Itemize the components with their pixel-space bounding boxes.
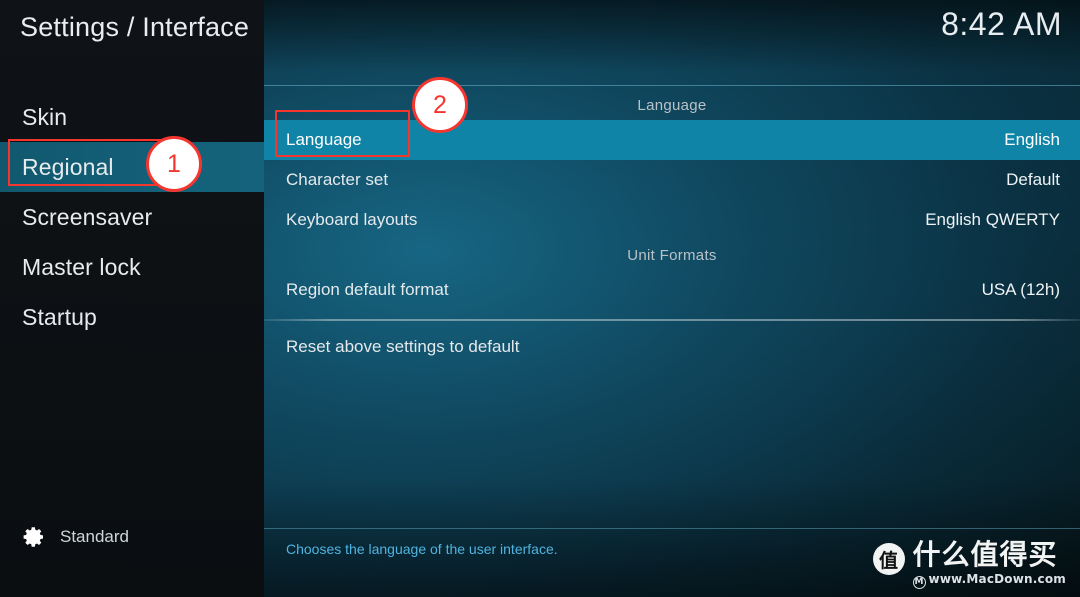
settings-row-value: USA (12h) — [981, 280, 1060, 299]
group-header-unit-formats: Unit Formats — [627, 246, 717, 264]
watermark-m-icon: M — [912, 576, 926, 589]
description-rule — [264, 528, 1080, 529]
sidebar: Settings / Interface Skin Regional Scree… — [0, 0, 264, 597]
settings-row-keyboard-layouts[interactable]: Keyboard layouts English QWERTY — [264, 200, 1080, 240]
kodi-settings-screen: 8:42 AM Settings / Interface Skin Region… — [0, 0, 1080, 597]
annotation-badge-1: 1 — [146, 136, 202, 192]
gear-icon — [22, 525, 46, 549]
sidebar-item-screensaver[interactable]: Screensaver — [0, 192, 264, 242]
settings-row-reset-defaults[interactable]: Reset above settings to default — [264, 327, 1080, 367]
sidebar-item-label: Skin — [22, 103, 68, 130]
sidebar-item-master-lock[interactable]: Master lock — [0, 242, 264, 292]
settings-row-value: English — [1004, 130, 1060, 149]
settings-divider — [264, 319, 1080, 321]
settings-top-rule — [264, 85, 1080, 86]
settings-row-label: Keyboard layouts — [286, 210, 418, 229]
settings-level-label: Standard — [60, 527, 129, 546]
clock: 8:42 AM — [941, 6, 1062, 42]
page-title: Settings / Interface — [20, 12, 250, 42]
settings-row-label: Character set — [286, 170, 389, 189]
sidebar-item-label: Regional — [22, 153, 114, 180]
watermark-site-name: 什么值得买 — [912, 538, 1058, 571]
settings-row-language[interactable]: Language English — [264, 120, 1080, 160]
settings-list: Language Language English Character set … — [264, 90, 1080, 367]
annotation-badge-2: 2 — [412, 77, 468, 133]
settings-row-label: Reset above settings to default — [286, 337, 520, 356]
sidebar-item-label: Startup — [22, 303, 97, 330]
watermark: 值 什么值得买 Mwww.MacDown.com — [872, 538, 1066, 589]
sidebar-item-label: Master lock — [22, 253, 141, 280]
settings-row-label: Region default format — [286, 280, 449, 299]
settings-row-value: Default — [1006, 170, 1060, 189]
watermark-url: Mwww.MacDown.com — [912, 572, 1066, 589]
settings-row-region-default-format[interactable]: Region default format USA (12h) — [264, 270, 1080, 310]
settings-level-selector[interactable]: Standard — [22, 525, 129, 549]
sidebar-item-label: Screensaver — [22, 203, 153, 230]
settings-row-value: English QWERTY — [925, 210, 1060, 229]
sidebar-item-skin[interactable]: Skin — [0, 92, 264, 142]
settings-row-label: Language — [286, 130, 362, 149]
settings-row-character-set[interactable]: Character set Default — [264, 160, 1080, 200]
sidebar-item-startup[interactable]: Startup — [0, 292, 264, 342]
sidebar-item-regional[interactable]: Regional — [0, 142, 264, 192]
sidebar-category-list: Skin Regional Screensaver Master lock St… — [0, 92, 264, 342]
watermark-url-text: www.MacDown.com — [928, 572, 1066, 586]
watermark-text: 什么值得买 Mwww.MacDown.com — [912, 538, 1066, 589]
group-header-language: Language — [637, 96, 707, 114]
setting-description: Chooses the language of the user interfa… — [286, 541, 558, 557]
watermark-badge-icon: 值 — [872, 543, 905, 575]
